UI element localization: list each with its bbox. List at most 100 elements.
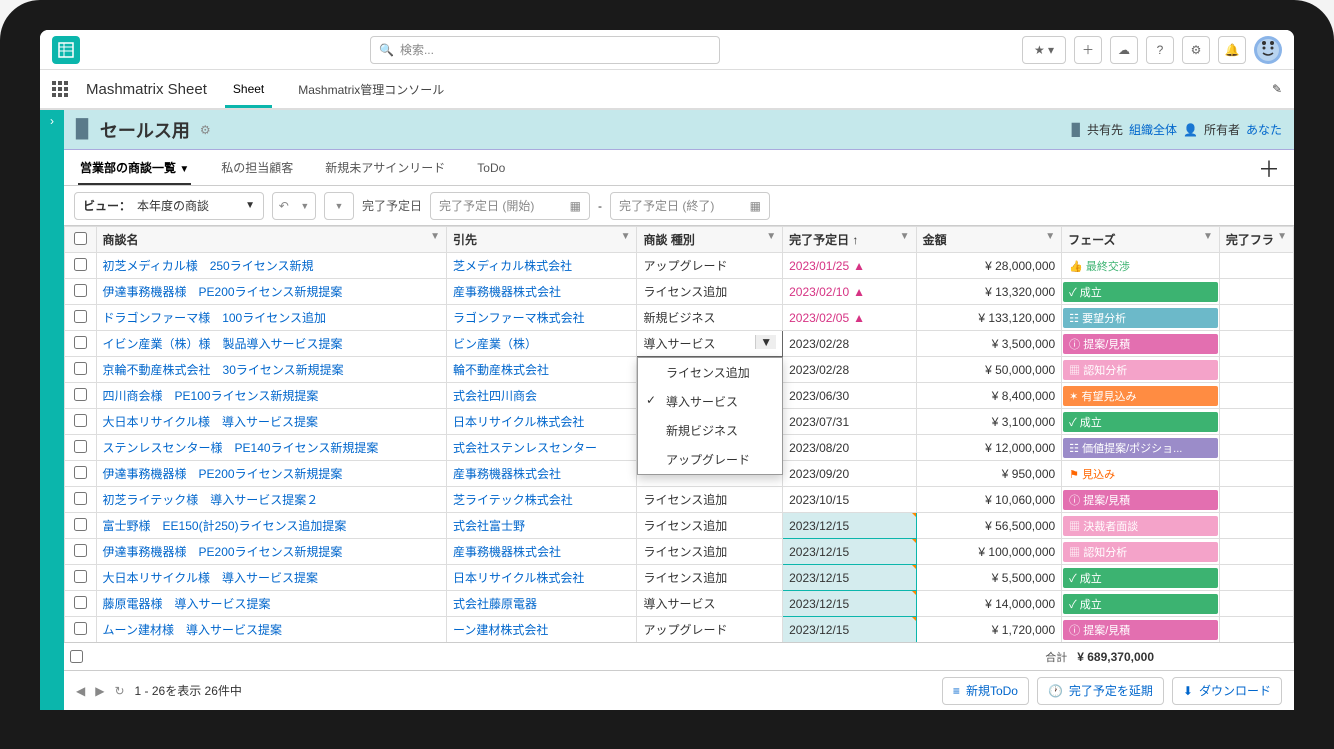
date-cell[interactable]: 2023/02/05▲	[783, 305, 916, 331]
phase-cell[interactable]: ▦ 認知分析	[1062, 357, 1220, 383]
undo-button[interactable]: ↶ ▼	[272, 192, 316, 220]
sheet-tab-3[interactable]: ToDo	[475, 153, 507, 183]
opp-name-cell[interactable]: ムーン建材様 導入サービス提案	[96, 617, 446, 643]
col-header[interactable]: 完了フラ▼	[1219, 227, 1293, 253]
row-checkbox[interactable]	[65, 409, 97, 435]
global-search[interactable]: 🔍 検索...	[370, 36, 720, 64]
type-cell[interactable]: アップグレード	[637, 617, 783, 643]
flag-cell[interactable]	[1219, 331, 1293, 357]
favorites-button[interactable]: ★ ▾	[1022, 36, 1066, 64]
redo-button[interactable]: ▼	[324, 192, 354, 220]
flag-cell[interactable]	[1219, 461, 1293, 487]
select-all-checkbox[interactable]	[65, 227, 97, 253]
type-cell[interactable]: ライセンス追加	[637, 539, 783, 565]
refresh-icon[interactable]: ↻	[114, 684, 124, 698]
book-settings-icon[interactable]: ⚙	[200, 123, 211, 137]
phase-cell[interactable]: ✓ 成立	[1062, 565, 1220, 591]
row-checkbox[interactable]	[65, 461, 97, 487]
col-header[interactable]: 商談名▼	[96, 227, 446, 253]
phase-cell[interactable]: ✓ 成立	[1062, 409, 1220, 435]
download-button[interactable]: ⬇ダウンロード	[1172, 677, 1282, 705]
dropdown-option[interactable]: ライセンス追加	[638, 358, 782, 387]
add-sheet-icon[interactable]: ＋	[1258, 152, 1280, 184]
opp-name-cell[interactable]: 伊達事務機器様 PE200ライセンス新規提案	[96, 279, 446, 305]
flag-cell[interactable]	[1219, 487, 1293, 513]
amount-cell[interactable]: ¥ 50,000,000	[916, 357, 1062, 383]
type-cell[interactable]: ライセンス追加	[637, 279, 783, 305]
date-cell[interactable]: 2023/12/15	[783, 565, 916, 591]
phase-cell[interactable]: 👍 最終交渉	[1062, 253, 1220, 279]
date-cell[interactable]: 2023/07/31	[783, 409, 916, 435]
sheet-tab-2[interactable]: 新規未アサインリード	[323, 151, 447, 184]
opp-name-cell[interactable]: ステンレスセンター様 PE140ライセンス新規提案	[96, 435, 446, 461]
nav-tab-console[interactable]: Mashmatrix管理コンソール	[290, 71, 452, 108]
opp-name-cell[interactable]: 富士野様 EE150(計250)ライセンス追加提案	[96, 513, 446, 539]
row-checkbox[interactable]	[65, 617, 97, 643]
account-cell[interactable]: 式会社藤原電器	[446, 591, 637, 617]
phase-cell[interactable]: ⓘ 提案/見積	[1062, 617, 1220, 643]
share-value[interactable]: 組織全体	[1129, 121, 1177, 138]
account-cell[interactable]: 式会社四川商会	[446, 383, 637, 409]
app-launcher-icon[interactable]	[52, 81, 68, 97]
dropdown-option[interactable]: 新規ビジネス	[638, 416, 782, 445]
date-end-input[interactable]: 完了予定日 (終了)▦	[610, 192, 770, 220]
salesforce-icon[interactable]: ☁	[1110, 36, 1138, 64]
flag-cell[interactable]	[1219, 435, 1293, 461]
opp-name-cell[interactable]: ドラゴンファーマ様 100ライセンス追加	[96, 305, 446, 331]
nav-tab-sheet[interactable]: Sheet	[225, 72, 272, 106]
date-cell[interactable]: 2023/02/28	[783, 331, 916, 357]
row-checkbox[interactable]	[65, 591, 97, 617]
amount-cell[interactable]: ¥ 56,500,000	[916, 513, 1062, 539]
sheet-tab-0[interactable]: 営業部の商談一覧 ▼	[78, 151, 191, 184]
account-cell[interactable]: 芝ライテック株式会社	[446, 487, 637, 513]
opp-name-cell[interactable]: 京輪不動産株式会社 30ライセンス新規提案	[96, 357, 446, 383]
flag-cell[interactable]	[1219, 253, 1293, 279]
row-checkbox[interactable]	[65, 253, 97, 279]
date-cell[interactable]: 2023/12/15	[783, 591, 916, 617]
account-cell[interactable]: 日本リサイクル株式会社	[446, 565, 637, 591]
type-cell[interactable]: 導入サービス	[637, 591, 783, 617]
date-cell[interactable]: 2023/12/15	[783, 617, 916, 643]
flag-cell[interactable]	[1219, 617, 1293, 643]
user-avatar[interactable]	[1254, 36, 1282, 64]
postpone-button[interactable]: 🕐完了予定を延期	[1037, 677, 1164, 705]
amount-cell[interactable]: ¥ 3,500,000	[916, 331, 1062, 357]
footer-checkbox[interactable]	[70, 650, 83, 663]
amount-cell[interactable]: ¥ 950,000	[916, 461, 1062, 487]
opp-name-cell[interactable]: 初芝メディカル様 250ライセンス新規	[96, 253, 446, 279]
edit-pencil-icon[interactable]: ✎	[1272, 82, 1282, 96]
notifications-bell-icon[interactable]: 🔔	[1218, 36, 1246, 64]
dropdown-option[interactable]: アップグレード	[638, 445, 782, 474]
col-header[interactable]: 完了予定日 ↑▼	[783, 227, 916, 253]
type-cell[interactable]: ライセンス追加	[637, 513, 783, 539]
app-logo-icon[interactable]	[52, 36, 80, 64]
help-icon[interactable]: ?	[1146, 36, 1174, 64]
col-header[interactable]: 金額▼	[916, 227, 1062, 253]
phase-cell[interactable]: ▦ 決裁者面談	[1062, 513, 1220, 539]
date-cell[interactable]: 2023/12/15	[783, 539, 916, 565]
phase-cell[interactable]: ✓ 成立	[1062, 591, 1220, 617]
sidebar-toggle[interactable]: ›	[40, 110, 64, 710]
flag-cell[interactable]	[1219, 409, 1293, 435]
account-cell[interactable]: 日本リサイクル株式会社	[446, 409, 637, 435]
amount-cell[interactable]: ¥ 8,400,000	[916, 383, 1062, 409]
page-next-icon[interactable]: ▶	[95, 684, 104, 698]
opp-name-cell[interactable]: イビン産業（株）様 製品導入サービス提案	[96, 331, 446, 357]
row-checkbox[interactable]	[65, 513, 97, 539]
opp-name-cell[interactable]: 伊達事務機器様 PE200ライセンス新規提案	[96, 461, 446, 487]
amount-cell[interactable]: ¥ 14,000,000	[916, 591, 1062, 617]
date-cell[interactable]: 2023/01/25▲	[783, 253, 916, 279]
type-cell[interactable]: アップグレード	[637, 253, 783, 279]
view-selector[interactable]: ビュー： 本年度の商談 ▼	[74, 192, 264, 220]
flag-cell[interactable]	[1219, 513, 1293, 539]
flag-cell[interactable]	[1219, 279, 1293, 305]
account-cell[interactable]: 産事務機器株式会社	[446, 461, 637, 487]
amount-cell[interactable]: ¥ 5,500,000	[916, 565, 1062, 591]
flag-cell[interactable]	[1219, 357, 1293, 383]
account-cell[interactable]: 芝メディカル株式会社	[446, 253, 637, 279]
add-button[interactable]: ＋	[1074, 36, 1102, 64]
row-checkbox[interactable]	[65, 357, 97, 383]
date-cell[interactable]: 2023/08/20	[783, 435, 916, 461]
phase-cell[interactable]: ⓘ 提案/見積	[1062, 487, 1220, 513]
type-dropdown-menu[interactable]: ライセンス追加導入サービス新規ビジネスアップグレード	[637, 357, 783, 475]
